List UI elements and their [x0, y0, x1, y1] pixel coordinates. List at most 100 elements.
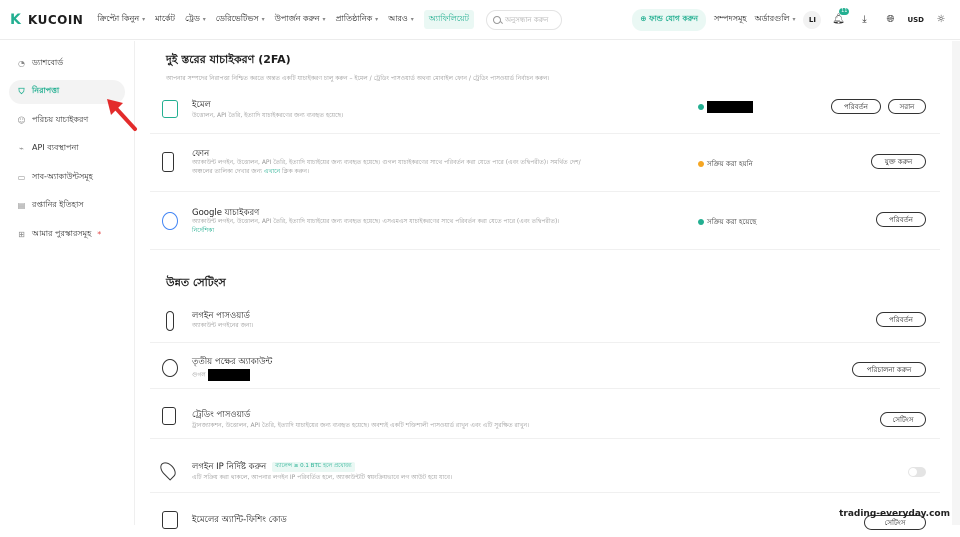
trading-password-desc: ট্রানজ্যাকশন, উত্তোলন, API তৈরি, ইত্যাদি… [192, 421, 692, 430]
subaccount-icon: ▭ [17, 173, 26, 182]
kucoin-logo[interactable]: K KUCOIN [10, 13, 83, 27]
google-icon [162, 212, 178, 230]
phone-icon [162, 152, 174, 172]
login-password-desc: অ্যাকাউন্ট লগইনের জন্য। [192, 321, 692, 330]
chevron-down-icon: ▾ [373, 16, 378, 23]
phone-row: ফোন অ্যাকাউন্ট লগইন, উত্তোলন, API তৈরি, … [150, 136, 940, 192]
third-party-title: তৃতীয় পক্ষের অ্যাকাউন্ট [192, 355, 272, 369]
check-icon [698, 104, 704, 110]
globe-icon: 🌐︎ [886, 14, 894, 25]
nav-markets[interactable]: মার্কেট [155, 13, 175, 26]
third-party-desc: গুগল [192, 369, 692, 381]
link-icon [162, 359, 178, 377]
nav-earn[interactable]: উপার্জন করুন ▾ [275, 13, 326, 26]
sidebar-item-rewards[interactable]: ⊞ আমার পুরস্কারসমূহ* [9, 222, 125, 246]
phone-desc: অ্যাকাউন্ট লগইন, উত্তোলন, API তৈরি, ইত্য… [192, 158, 692, 176]
login-ip-title: লগইন IP নির্দিষ্ট করুনব্যালেন্স ≥ 0.1 BT… [192, 460, 355, 474]
currency-selector[interactable]: USD [907, 16, 924, 24]
email-icon [162, 100, 178, 118]
redacted-email [707, 101, 753, 113]
sidebar-item-api-management[interactable]: ⌁ API ব্যবস্থাপনা [9, 137, 125, 161]
orders-menu[interactable]: অর্ডারগুলি ▾ [755, 13, 796, 26]
bell-icon: 🔔︎ [832, 14, 845, 25]
location-pin-icon [157, 459, 178, 480]
chevron-down-icon: ▾ [201, 16, 206, 23]
download-button[interactable]: ⤓ [855, 11, 873, 29]
user-icon: ☺ [17, 116, 26, 125]
assets-menu[interactable]: সম্পদসমূহ [714, 13, 747, 26]
google-change-button[interactable]: পরিবর্তন [876, 212, 926, 227]
chevron-down-icon: ▾ [791, 16, 796, 23]
advanced-title: উন্নত সেটিংস [166, 274, 226, 293]
trading-password-row: ট্রেডিং পাসওয়ার্ড ট্রানজ্যাকশন, উত্তোলন… [150, 393, 940, 439]
email-title: ইমেল [192, 98, 211, 112]
email-desc: উত্তোলন, API তৈরি, ইত্যাদি যাচাইকরণের জন… [192, 111, 692, 120]
email-status [698, 101, 753, 113]
anti-phishing-icon [162, 511, 178, 529]
guide-link[interactable]: নির্দেশিকা [192, 227, 214, 234]
dashboard-icon: ◔ [17, 59, 26, 68]
chevron-down-icon: ▾ [409, 16, 414, 23]
shield-icon: ⛉ [17, 87, 26, 96]
twofa-subtitle: আপনার সম্পদের নিরাপত্তা নিশ্চিত করতে অন্… [166, 73, 550, 84]
nav-more[interactable]: আরও ▾ [388, 13, 414, 26]
nav-institutional[interactable]: প্রাতিষ্ঠানিক ▾ [335, 13, 378, 26]
new-marker: * [97, 230, 101, 239]
google-auth-row: Google যাচাইকরণ অ্যাকাউন্ট লগইন, উত্তোলন… [150, 194, 940, 250]
twofa-title: দুই স্তরের যাচাইকরণ (2FA) [166, 51, 550, 70]
search-placeholder: অনুসন্ধান করুন [505, 14, 548, 26]
phone-add-button[interactable]: যুক্ত করুন [871, 154, 926, 169]
plus-icon: ⊕ [640, 14, 649, 23]
login-password-row: লগইন পাসওয়ার্ড অ্যাকাউন্ট লগইনের জন্য। … [150, 299, 940, 343]
export-icon: ▤ [17, 201, 26, 210]
nav-derivatives[interactable]: ডেরিভেটিভস ▾ [216, 13, 265, 26]
sidebar-item-export-history[interactable]: ▤ রপ্তানির ইতিহাস [9, 194, 125, 218]
chevron-down-icon: ▾ [321, 16, 326, 23]
header-right-group: ⊕ ফান্ড যোগ করুন সম্পদসমূহ অর্ডারগুলি ▾ … [632, 9, 950, 31]
sidebar-item-dashboard[interactable]: ◔ ড্যাশবোর্ড [9, 51, 125, 75]
third-party-manage-button[interactable]: পরিচালনা করুন [852, 362, 926, 377]
annotation-arrow-icon [105, 97, 145, 137]
warning-icon [698, 161, 704, 167]
deposit-button[interactable]: ⊕ ফান্ড যোগ করুন [632, 9, 706, 31]
check-icon [698, 219, 704, 225]
google-desc: অ্যাকাউন্ট লগইন, উত্তোলন, API তৈরি, ইত্য… [192, 217, 692, 235]
sidebar-item-sub-accounts[interactable]: ▭ সাব-অ্যাকাউন্টসমূহ [9, 165, 125, 189]
page-scrollbar[interactable] [952, 41, 960, 525]
notification-button[interactable]: 🔔︎ 11 [829, 11, 847, 29]
login-password-change-button[interactable]: পরিবর্তন [876, 312, 926, 327]
email-remove-button[interactable]: সরান [888, 99, 926, 114]
supported-regions-link[interactable]: এখানে [264, 168, 280, 175]
email-row: ইমেল উত্তোলন, API তৈরি, ইত্যাদি যাচাইকরণ… [150, 88, 940, 134]
avatar[interactable]: LI [803, 11, 821, 29]
main-nav: ক্রিপ্টো কিনুন ▾ মার্কেট ট্রেড ▾ ডেরিভেট… [97, 10, 474, 29]
phone-status: সক্রিয় করা হয়নি [698, 158, 753, 170]
trading-password-settings-button[interactable]: সেটিংস [880, 412, 926, 427]
twofa-header: দুই স্তরের যাচাইকরণ (2FA) আপনার সম্পদের … [150, 51, 550, 84]
anti-phishing-row: ইমেলের অ্যান্টি-ফিশিং কোড সেটিংস [150, 497, 940, 537]
login-ip-row: লগইন IP নির্দিষ্ট করুনব্যালেন্স ≥ 0.1 BT… [150, 445, 940, 493]
email-change-button[interactable]: পরিবর্তন [831, 99, 881, 114]
trading-password-title: ট্রেডিং পাসওয়ার্ড [192, 408, 250, 422]
notification-count: 11 [839, 8, 849, 15]
gift-icon: ⊞ [17, 230, 26, 239]
watermark: trading-everyday.com [839, 509, 950, 519]
key-icon [166, 311, 174, 331]
nav-buy-crypto[interactable]: ক্রিপ্টো কিনুন ▾ [97, 13, 145, 26]
chevron-down-icon: ▾ [260, 16, 265, 23]
kucoin-logo-icon: K [10, 13, 24, 27]
nav-trade[interactable]: ট্রেড ▾ [185, 13, 206, 26]
lock-icon [162, 407, 176, 425]
language-button[interactable]: 🌐︎ [881, 11, 899, 29]
sun-icon: ☼ [937, 14, 946, 25]
api-icon: ⌁ [17, 144, 26, 153]
nav-affiliate[interactable]: অ্যাফিলিয়েট [424, 10, 474, 29]
search-icon [493, 16, 501, 24]
requirement-tag: ব্যালেন্স ≥ 0.1 BTC হলে প্রযোজ্য [272, 462, 354, 472]
theme-toggle[interactable]: ☼ [932, 11, 950, 29]
login-ip-toggle[interactable] [908, 467, 926, 477]
third-party-row: তৃতীয় পক্ষের অ্যাকাউন্ট গুগল পরিচালনা ক… [150, 345, 940, 389]
redacted-account [208, 369, 250, 381]
logo-text: KUCOIN [28, 13, 83, 27]
search-input[interactable]: অনুসন্ধান করুন [486, 10, 562, 30]
